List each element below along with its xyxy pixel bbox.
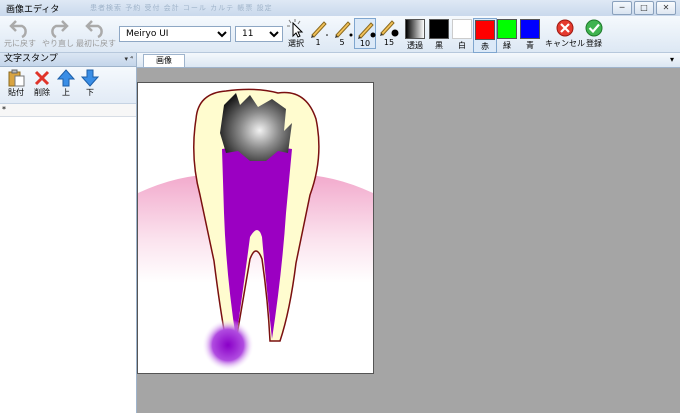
restore-button[interactable]: □ — [634, 1, 654, 15]
delete-label: 削除 — [34, 88, 50, 97]
redo-button[interactable]: やり直し — [42, 18, 74, 49]
transparent-swatch — [405, 19, 425, 39]
image-canvas[interactable] — [137, 82, 374, 374]
reset-icon — [85, 20, 103, 38]
cancel-button[interactable]: キャンセル — [545, 18, 585, 49]
black-swatch — [429, 19, 449, 39]
color-white-button[interactable]: 白 — [451, 18, 473, 51]
close-button[interactable]: ✕ — [656, 1, 676, 15]
panel-header: 文字スタンプ ▾ ⁴ — [0, 53, 136, 67]
blue-swatch — [520, 19, 540, 39]
pen-10-label: 10 — [359, 39, 371, 48]
undo-label: 元に戻す — [4, 39, 36, 48]
tab-strip: 画像 ▾ — [137, 53, 680, 68]
color-blue-button[interactable]: 青 — [519, 18, 541, 51]
color-label: 黒 — [435, 41, 443, 50]
white-swatch — [452, 19, 472, 39]
panel-pin-controls[interactable]: ▾ ⁴ — [124, 53, 133, 66]
arrow-down-icon — [81, 69, 99, 87]
down-label: 下 — [86, 88, 94, 97]
register-button[interactable]: 登録 — [583, 18, 605, 49]
background-menu-strip: 患者検索 予約 受付 会計 コール カルテ 帳票 設定 — [90, 4, 273, 12]
tooth-illustration — [138, 88, 373, 371]
tab-dropdown-icon[interactable]: ▾ — [670, 53, 674, 67]
document-area: 画像 ▾ — [137, 53, 680, 413]
panel-title: 文字スタンプ — [4, 54, 58, 64]
move-up-button[interactable]: 上 — [54, 69, 78, 98]
pen-5-button[interactable]: 5 — [332, 18, 353, 47]
pencil-icon — [335, 21, 353, 38]
register-label: 登録 — [586, 39, 602, 48]
toolbar: 元に戻す やり直し 最初に戻す Meiryo UI 11 選択 1 5 10 1… — [0, 16, 680, 53]
green-swatch — [497, 19, 517, 39]
stamp-new-row[interactable]: * — [0, 104, 136, 117]
color-label: 赤 — [481, 42, 489, 51]
select-tool-button[interactable]: 選択 — [285, 18, 307, 49]
red-swatch — [475, 20, 495, 40]
pen-1-label: 1 — [315, 38, 321, 47]
pen-1-button[interactable]: 1 — [308, 18, 328, 47]
paste-label: 貼付 — [8, 88, 24, 97]
paste-button[interactable]: 貼付 — [4, 69, 28, 98]
delete-button[interactable]: 削除 — [30, 69, 54, 98]
paste-clipboard-icon — [8, 69, 25, 87]
up-label: 上 — [62, 88, 70, 97]
redo-label: やり直し — [42, 39, 74, 48]
color-transparent-button[interactable]: 透過 — [404, 18, 426, 51]
color-red-button[interactable]: 赤 — [473, 18, 497, 53]
pencil-icon — [358, 22, 376, 39]
title-bar: 画像エディタ 患者検索 予約 受付 会計 コール カルテ 帳票 設定 ─ □ ✕ — [0, 0, 680, 16]
select-cursor-icon — [287, 19, 304, 38]
color-label: 白 — [458, 41, 466, 50]
pencil-icon — [380, 20, 399, 37]
text-stamp-panel: 文字スタンプ ▾ ⁴ 貼付 削除 上 下 * — [0, 53, 137, 413]
tab-image[interactable]: 画像 — [143, 54, 185, 67]
row-marker: * — [2, 105, 6, 114]
panel-toolbar: 貼付 削除 上 下 — [0, 67, 136, 104]
check-icon — [585, 19, 603, 37]
move-down-button[interactable]: 下 — [78, 69, 102, 98]
color-label: 緑 — [503, 41, 511, 50]
arrow-up-icon — [57, 69, 75, 87]
undo-icon — [9, 20, 27, 38]
color-label: 青 — [526, 41, 534, 50]
pen-5-label: 5 — [339, 38, 345, 47]
font-select[interactable]: Meiryo UI — [119, 26, 231, 42]
pencil-icon — [311, 21, 328, 38]
cancel-label: キャンセル — [545, 39, 585, 48]
color-green-button[interactable]: 緑 — [496, 18, 518, 51]
select-label: 選択 — [288, 39, 304, 48]
pen-10-button[interactable]: 10 — [354, 18, 376, 49]
pen-15-button[interactable]: 15 — [378, 18, 400, 47]
redo-icon — [51, 20, 69, 38]
window-title: 画像エディタ — [6, 5, 60, 15]
font-size-select[interactable]: 11 — [235, 26, 283, 42]
undo-button[interactable]: 元に戻す — [4, 18, 36, 49]
cancel-x-icon — [556, 19, 574, 37]
color-black-button[interactable]: 黒 — [428, 18, 450, 51]
reset-button[interactable]: 最初に戻す — [76, 18, 116, 49]
pen-15-label: 15 — [383, 38, 395, 47]
reset-label: 最初に戻す — [76, 39, 116, 48]
delete-x-icon — [34, 70, 50, 86]
color-label: 透過 — [407, 41, 423, 50]
minimize-button[interactable]: ─ — [612, 1, 632, 15]
